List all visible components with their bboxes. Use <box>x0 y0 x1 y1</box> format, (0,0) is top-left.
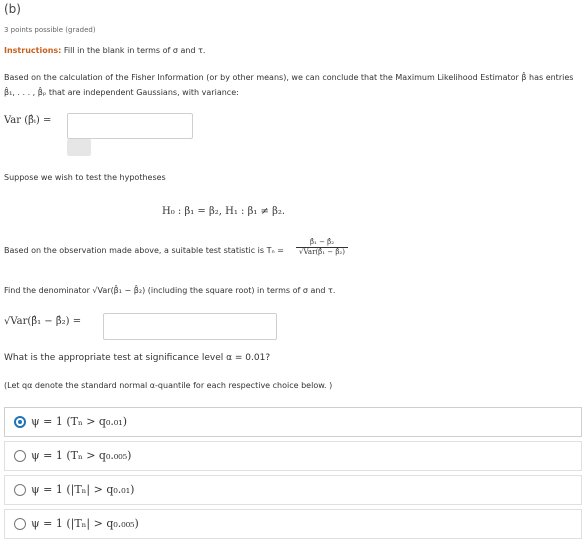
test-statistic-text: Based on the observation made above, a s… <box>4 246 284 255</box>
fraction-numerator: β̂₁ − β̂₂ <box>296 238 348 248</box>
fisher-text-line2: β̂₁, . . . , β̂ₚ that are independent Ga… <box>4 88 239 97</box>
denominator-input[interactable] <box>103 313 277 340</box>
denominator-question: Find the denominator √Var(β̂₁ − β̂₂) (in… <box>4 286 336 295</box>
radio-icon[interactable] <box>14 484 26 496</box>
hypotheses-intro: Suppose we wish to test the hypotheses <box>4 173 166 182</box>
instructions-text: Fill in the blank in terms of σ and τ. <box>61 46 206 55</box>
instructions: Instructions: Fill in the blank in terms… <box>4 46 205 55</box>
hypotheses: H₀ : β₁ = β₂, H₁ : β₁ ≠ β₂. <box>162 206 286 217</box>
instructions-label: Instructions: <box>4 46 62 55</box>
points-text: 3 points possible (graded) <box>4 26 96 34</box>
choice-label: ψ = 1 (Tₙ > q₀.₀₀₅) <box>31 449 132 462</box>
quantile-note: (Let qα denote the standard normal α-qua… <box>4 381 333 390</box>
fisher-text-line1: Based on the calculation of the Fisher I… <box>4 73 574 82</box>
choice-3[interactable]: ψ = 1 (|Tₙ| > q₀.₀₁) <box>4 475 582 505</box>
test-question: What is the appropriate test at signific… <box>4 353 271 363</box>
radio-icon[interactable] <box>14 518 26 530</box>
variance-label: Var (β̂ᵢ) = <box>4 115 52 126</box>
choice-label: ψ = 1 (|Tₙ| > q₀.₀₀₅) <box>31 517 139 530</box>
part-label: (b) <box>4 2 21 16</box>
choice-4[interactable]: ψ = 1 (|Tₙ| > q₀.₀₀₅) <box>4 509 582 539</box>
test-statistic-fraction: β̂₁ − β̂₂ √Var(β̂₁ − β̂₂) <box>296 238 348 256</box>
radio-selected-icon[interactable] <box>14 416 26 428</box>
denominator-label: √Var(β̂₁ − β̂₂) = <box>4 316 82 327</box>
choice-2[interactable]: ψ = 1 (Tₙ > q₀.₀₀₅) <box>4 441 582 471</box>
radio-icon[interactable] <box>14 450 26 462</box>
choice-label: ψ = 1 (Tₙ > q₀.₀₁) <box>31 415 127 428</box>
symbol-button[interactable] <box>67 139 91 156</box>
choice-label: ψ = 1 (|Tₙ| > q₀.₀₁) <box>31 483 135 496</box>
choice-1[interactable]: ψ = 1 (Tₙ > q₀.₀₁) <box>4 407 582 437</box>
variance-input[interactable] <box>67 113 193 139</box>
fraction-denominator: √Var(β̂₁ − β̂₂) <box>299 248 345 256</box>
